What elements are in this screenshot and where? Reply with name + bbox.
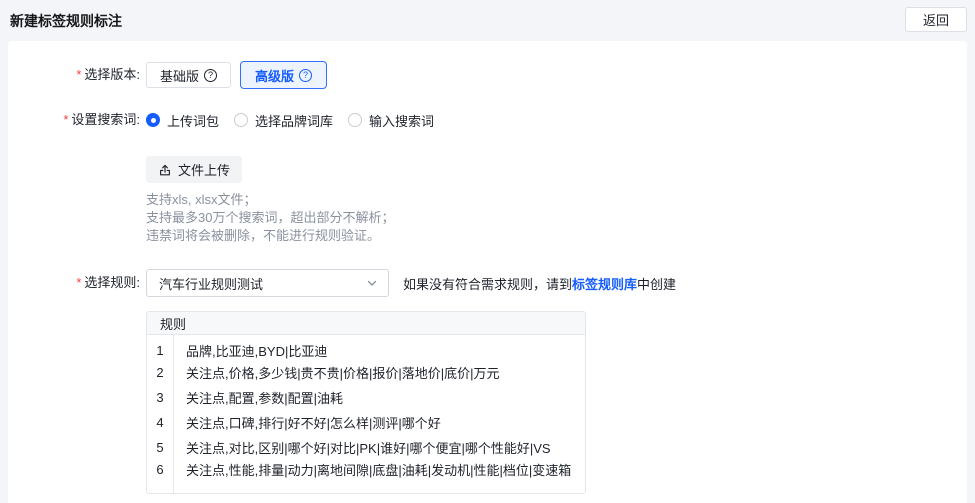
rule-label-text: 选择规则: — [84, 275, 140, 290]
rule-row-content: 关注点,性能,排量|动力|离地间隙|底盘|油耗|发动机|性能|档位|变速箱 — [174, 460, 585, 493]
rule-row-index: 1 — [147, 335, 174, 360]
rules-library-link[interactable]: 标签规则库 — [572, 277, 637, 292]
upload-hints: 支持xls, xlsx文件； 支持最多30万个搜索词，超出部分不解析； 违禁词将… — [146, 191, 434, 245]
table-row: 5 关注点,对比,区别|哪个好|对比|PK|谁好|哪个便宜|哪个性能好|VS — [147, 435, 585, 460]
required-asterisk: * — [76, 67, 81, 82]
rule-field: *选择规则: 汽车行业规则测试 如果没有符合需求规则，请到标签规则库中创建 — [8, 269, 967, 494]
search-words-radio-group: 上传词包 选择品牌词库 输入搜索词 — [146, 106, 434, 134]
file-upload-button[interactable]: 文件上传 — [146, 156, 242, 183]
required-asterisk: * — [76, 275, 81, 290]
file-upload-button-label: 文件上传 — [178, 160, 230, 179]
rule-row-index: 4 — [147, 410, 174, 435]
radio-selected-icon — [146, 113, 160, 127]
rule-label: *选择规则: — [8, 269, 140, 297]
rules-table-header: 规则 — [147, 312, 585, 335]
rule-row-content: 关注点,口碑,排行|好不好|怎么样|测评|哪个好 — [174, 410, 585, 435]
rules-table-header-row: 规则 — [147, 312, 585, 335]
version-field: *选择版本: 基础版 ? 高级版 ? — [8, 61, 967, 89]
rule-hint-prefix: 如果没有符合需求规则，请到 — [403, 277, 572, 292]
table-row: 6 关注点,性能,排量|动力|离地间隙|底盘|油耗|发动机|性能|档位|变速箱 — [147, 460, 585, 493]
search-words-content: 上传词包 选择品牌词库 输入搜索词 — [146, 106, 434, 245]
page-title: 新建标签规则标注 — [10, 11, 122, 31]
form-card: *选择版本: 基础版 ? 高级版 ? *设置搜索词: 上传词包 选择品 — [8, 41, 967, 503]
rule-select-value: 汽车行业规则测试 — [159, 274, 366, 293]
required-asterisk: * — [63, 112, 68, 127]
upload-hint-line: 违禁词将会被删除，不能进行规则验证。 — [146, 227, 434, 245]
topbar: 新建标签规则标注 返回 — [0, 0, 975, 41]
version-option-basic[interactable]: 基础版 ? — [146, 62, 231, 88]
upload-hint-line: 支持xls, xlsx文件； — [146, 191, 434, 209]
rule-content: 汽车行业规则测试 如果没有符合需求规则，请到标签规则库中创建 规则 — [146, 269, 676, 494]
upload-icon — [158, 163, 172, 177]
search-words-label-text: 设置搜索词: — [71, 112, 140, 127]
version-option-advanced-label: 高级版 — [255, 66, 294, 85]
radio-unselected-icon — [234, 113, 248, 127]
radio-upload-word-pack-label: 上传词包 — [167, 111, 219, 130]
radio-upload-word-pack[interactable]: 上传词包 — [146, 111, 219, 130]
rules-table: 规则 1 品牌,比亚迪,BYD|比亚迪 2 关注点,价格,多少钱|贵不贵|价格|… — [146, 311, 586, 494]
question-icon[interactable]: ? — [299, 69, 312, 82]
radio-input-search-words-label: 输入搜索词 — [369, 111, 434, 130]
radio-input-search-words[interactable]: 输入搜索词 — [348, 111, 434, 130]
table-row: 3 关注点,配置,参数|配置|油耗 — [147, 385, 585, 410]
rule-hint: 如果没有符合需求规则，请到标签规则库中创建 — [403, 274, 676, 293]
version-label-text: 选择版本: — [84, 67, 140, 82]
rule-row-content: 关注点,配置,参数|配置|油耗 — [174, 385, 585, 410]
rule-row-content: 品牌,比亚迪,BYD|比亚迪 — [174, 335, 585, 360]
back-button[interactable]: 返回 — [905, 7, 967, 32]
radio-brand-lexicon-label: 选择品牌词库 — [255, 111, 333, 130]
rule-row-index: 2 — [147, 360, 174, 385]
version-option-advanced[interactable]: 高级版 ? — [240, 61, 327, 89]
rule-row-content: 关注点,对比,区别|哪个好|对比|PK|谁好|哪个便宜|哪个性能好|VS — [174, 435, 585, 460]
rule-row-index: 6 — [147, 460, 174, 493]
rule-row-index: 3 — [147, 385, 174, 410]
rule-select-line: 汽车行业规则测试 如果没有符合需求规则，请到标签规则库中创建 — [146, 269, 676, 297]
chevron-down-icon — [366, 277, 378, 289]
rule-hint-suffix: 中创建 — [637, 277, 676, 292]
rule-row-content: 关注点,价格,多少钱|贵不贵|价格|报价|落地价|底价|万元 — [174, 360, 585, 385]
question-icon[interactable]: ? — [204, 69, 217, 82]
table-row: 1 品牌,比亚迪,BYD|比亚迪 — [147, 335, 585, 360]
table-row: 4 关注点,口碑,排行|好不好|怎么样|测评|哪个好 — [147, 410, 585, 435]
search-words-field: *设置搜索词: 上传词包 选择品牌词库 输入搜索词 — [8, 106, 967, 245]
rule-select[interactable]: 汽车行业规则测试 — [146, 269, 389, 297]
search-words-label: *设置搜索词: — [8, 106, 140, 134]
radio-unselected-icon — [348, 113, 362, 127]
rule-row-index: 5 — [147, 435, 174, 460]
version-options: 基础版 ? 高级版 ? — [146, 61, 327, 89]
radio-brand-lexicon[interactable]: 选择品牌词库 — [234, 111, 333, 130]
version-label: *选择版本: — [8, 61, 140, 89]
version-option-basic-label: 基础版 — [160, 66, 199, 85]
upload-hint-line: 支持最多30万个搜索词，超出部分不解析； — [146, 209, 434, 227]
table-row: 2 关注点,价格,多少钱|贵不贵|价格|报价|落地价|底价|万元 — [147, 360, 585, 385]
